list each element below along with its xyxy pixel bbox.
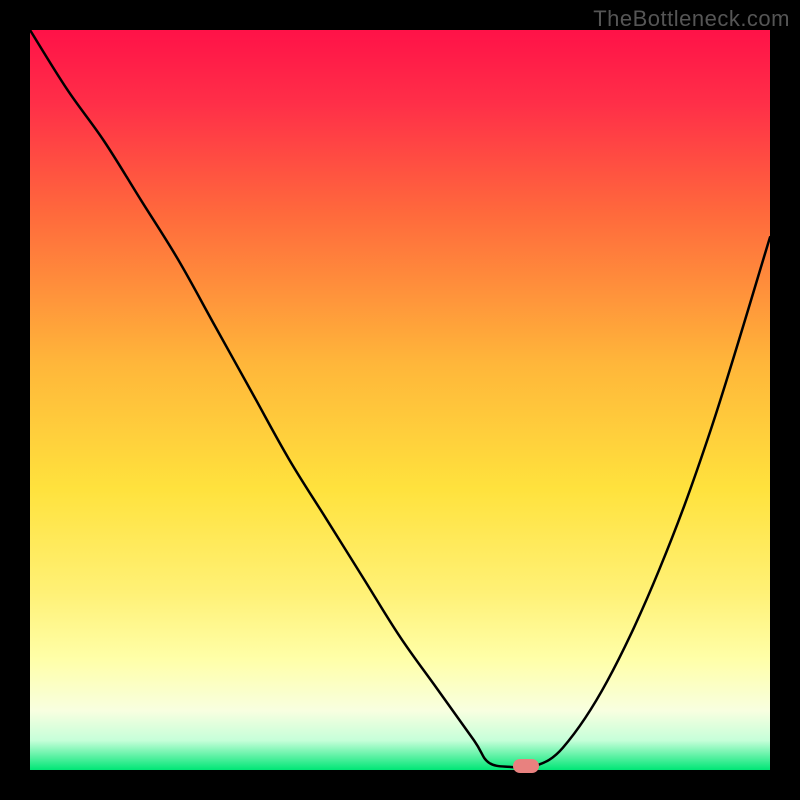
chart-frame: TheBottleneck.com bbox=[0, 0, 800, 800]
chart-svg bbox=[30, 30, 770, 770]
plot-area bbox=[30, 30, 770, 770]
watermark-text: TheBottleneck.com bbox=[593, 6, 790, 32]
gradient-background bbox=[30, 30, 770, 770]
optimal-marker bbox=[513, 759, 539, 773]
